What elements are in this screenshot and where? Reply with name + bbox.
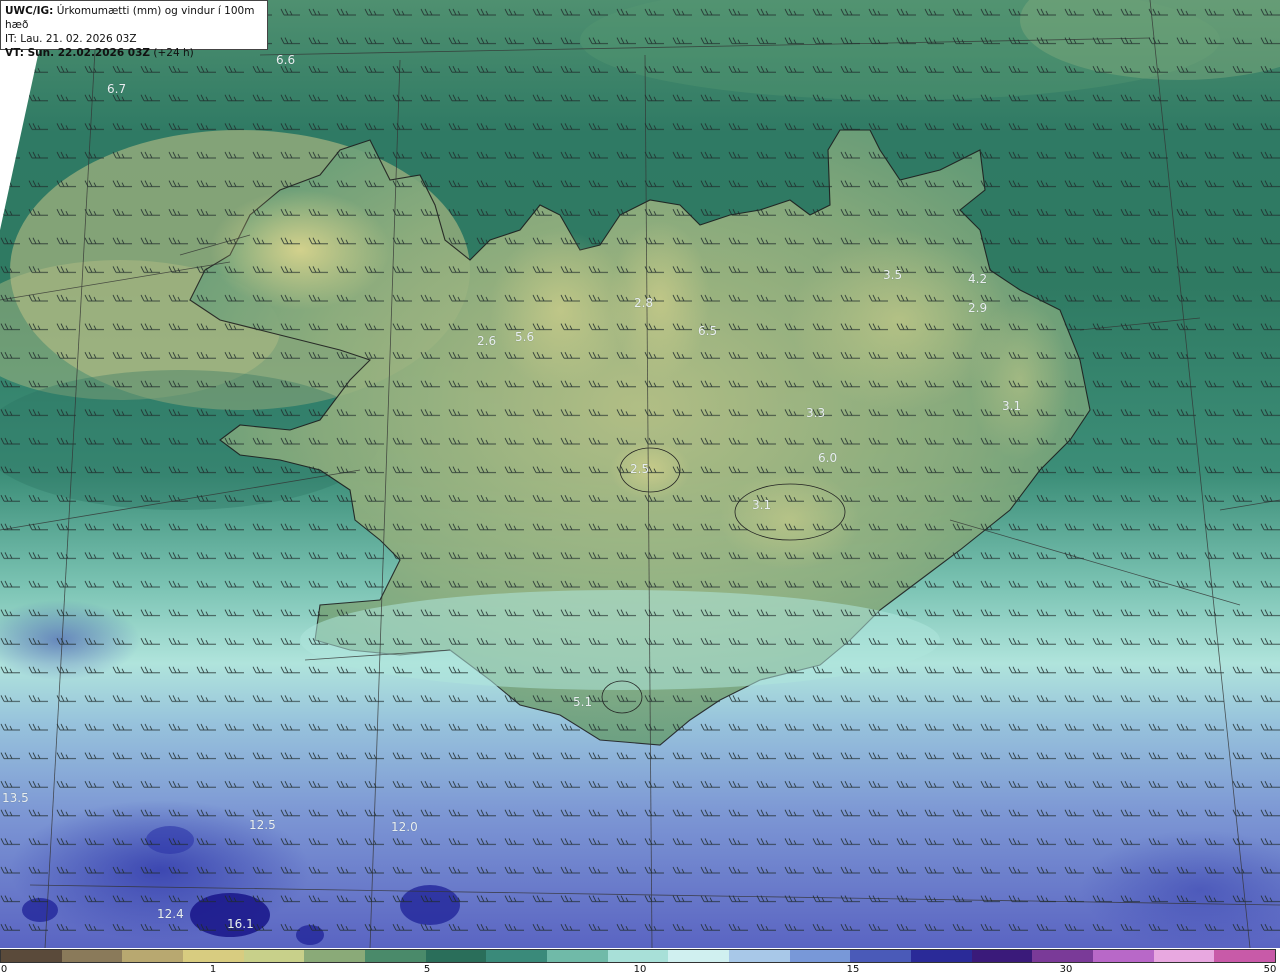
colorbar-tick-label: 10 — [633, 964, 647, 975]
precip-value-label: 12.4 — [157, 907, 184, 921]
precip-value-label: 6.5 — [698, 324, 717, 338]
colorbar-segment — [1032, 950, 1094, 962]
precip-value-label: 2.6 — [477, 334, 496, 348]
precip-value-label: 2.5 — [630, 462, 649, 476]
precip-value-label: 3.1 — [752, 498, 771, 512]
colorbar-segment — [789, 950, 851, 962]
precip-value-label: 16.1 — [227, 917, 254, 931]
precip-value-label: 6.6 — [276, 53, 295, 67]
colorbar-segment — [668, 950, 730, 962]
valid-time: VT: Sun. 22.02.2026 03Z (+24 h) — [5, 47, 194, 59]
precip-value-label: 3.1 — [1002, 399, 1021, 413]
colorbar-strip — [0, 949, 1276, 963]
colorbar-tick-label: 15 — [846, 964, 860, 975]
colorbar-segment — [911, 950, 972, 962]
colorbar-tick-label: 1 — [209, 964, 217, 975]
colorbar-segment — [122, 950, 184, 962]
precip-value-label: 12.5 — [249, 818, 276, 832]
colorbar-segment — [971, 950, 1033, 962]
init-time: IT: Lau. 21. 02. 2026 03Z — [5, 33, 137, 45]
colorbar-segment — [1, 950, 62, 962]
precip-value-label: 6.7 — [107, 82, 126, 96]
colorbar-segment — [1093, 950, 1154, 962]
precip-value-label: 5.1 — [573, 695, 592, 709]
colorbar-segment — [1214, 950, 1276, 962]
colorbar-segment — [183, 950, 244, 962]
colorbar-segment — [607, 950, 669, 962]
precip-value-label: 2.9 — [968, 301, 987, 315]
precip-value-label: 5.6 — [515, 330, 534, 344]
colorbar-segment — [61, 950, 123, 962]
precip-value-label: 3.5 — [883, 268, 902, 282]
colorbar-segment — [1153, 950, 1215, 962]
forecast-map: 6.6 6.7 3.5 4.2 2.9 2.8 6.5 2.6 5.6 3.3 3.1 6.0 2.5 3… — [0, 0, 1280, 948]
colorbar-segment — [304, 950, 366, 962]
precip-value-label: 13.5 — [2, 791, 29, 805]
product-title: UWC/IG: Úrkomumætti (mm) og vindur í 100… — [5, 5, 255, 31]
colorbar-tick-label: 5 — [423, 964, 431, 975]
colorbar-segment — [729, 950, 790, 962]
colorbar-segment — [365, 950, 426, 962]
precip-value-label: 3.3 — [806, 406, 825, 420]
colorbar-tick-label: 0 — [0, 964, 8, 975]
colorbar-segment — [850, 950, 912, 962]
colorbar-segment — [547, 950, 608, 962]
precip-value-label: 6.0 — [818, 451, 837, 465]
map-info-box: UWC/IG: Úrkomumætti (mm) og vindur í 100… — [0, 0, 268, 59]
colorbar-legend: 0 1 5 10 15 30 50 — [0, 948, 1280, 978]
precip-value-label: 12.0 — [391, 820, 418, 834]
colorbar-tick-label: 30 — [1059, 964, 1073, 975]
colorbar-tick-label: 50 — [1263, 964, 1277, 975]
precip-value-label: 2.8 — [634, 296, 653, 310]
map-canvas: 6.6 6.7 3.5 4.2 2.9 2.8 6.5 2.6 5.6 3.3 3.1 6.0 2.5 3… — [0, 0, 1280, 948]
precip-value-label: 4.2 — [968, 272, 987, 286]
colorbar-segment — [243, 950, 305, 962]
colorbar-segment — [486, 950, 548, 962]
colorbar-segment — [425, 950, 487, 962]
